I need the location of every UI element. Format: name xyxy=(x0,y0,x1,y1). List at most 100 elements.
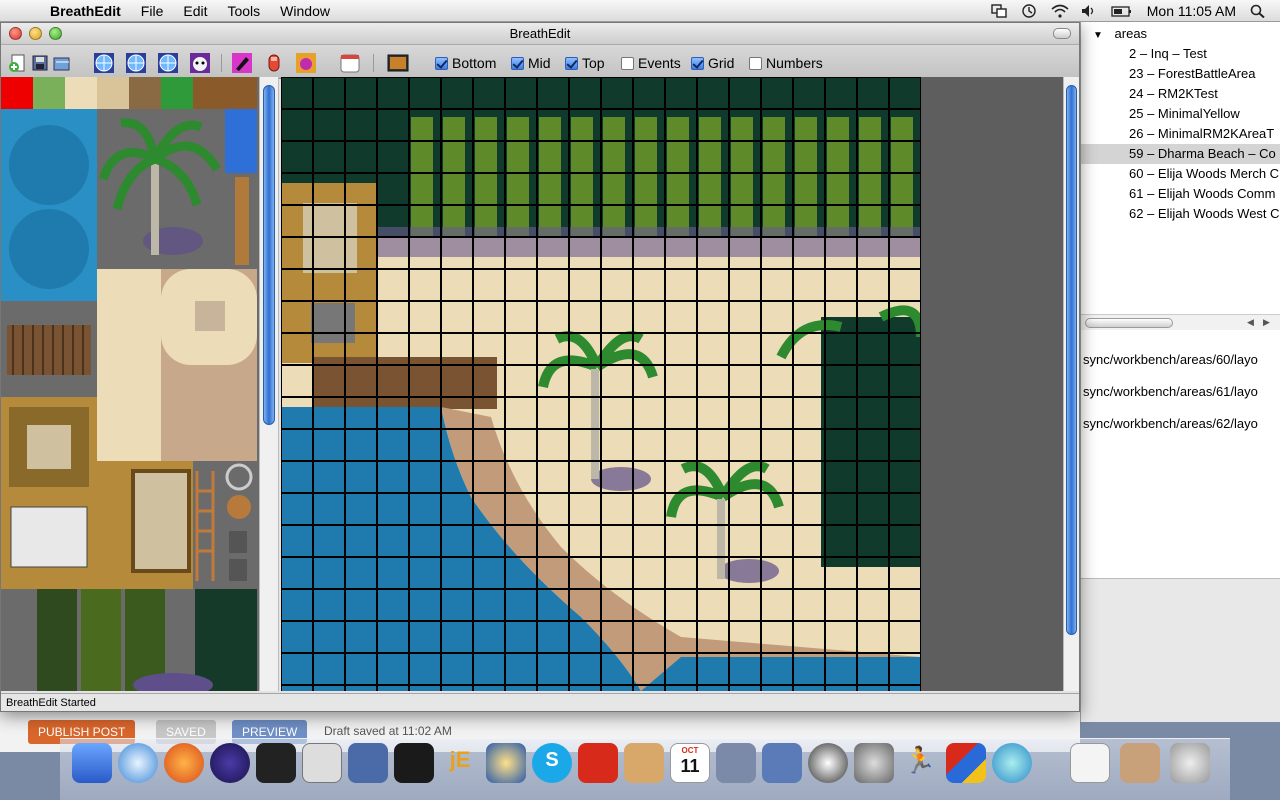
finder-icon[interactable] xyxy=(72,743,112,783)
palette-scrollbar[interactable] xyxy=(259,77,279,691)
ical-icon[interactable]: OCT 11 xyxy=(670,743,710,783)
palette-tree-trunks[interactable] xyxy=(1,589,259,691)
aim-icon[interactable]: 🏃 xyxy=(900,743,940,783)
downloads-stack-icon[interactable] xyxy=(1120,743,1160,783)
area-item[interactable]: 24 – RM2KTest xyxy=(1081,84,1280,104)
area-item[interactable]: 23 – ForestBattleArea xyxy=(1081,64,1280,84)
trash-icon[interactable] xyxy=(1170,743,1210,783)
tree-root-areas[interactable]: ▼ areas xyxy=(1093,26,1147,41)
scroll-right-arrow-icon[interactable]: ▶ xyxy=(1263,317,1270,328)
skype-icon[interactable]: S xyxy=(532,743,572,783)
battery-icon[interactable] xyxy=(1111,4,1133,18)
window-title: BreathEdit xyxy=(509,26,571,41)
meebo-icon[interactable] xyxy=(578,743,618,783)
palette-cliff-tiles[interactable] xyxy=(161,269,257,461)
map-scroll-thumb[interactable] xyxy=(1066,85,1077,635)
map-canvas[interactable] xyxy=(281,77,921,691)
menubar: BreathEdit File Edit Tools Window Mon 11… xyxy=(0,0,1280,22)
open-icon[interactable] xyxy=(51,52,73,74)
numbers-checkbox[interactable]: Numbers xyxy=(749,55,823,71)
rtf-document-icon[interactable] xyxy=(1070,743,1110,783)
disclosure-triangle-icon[interactable]: ▼ xyxy=(1093,30,1103,41)
display-mirror-icon[interactable] xyxy=(991,3,1007,18)
layer-mid-label: Mid xyxy=(528,55,551,71)
area-item-selected[interactable]: 59 – Dharma Beach – Co xyxy=(1081,144,1280,164)
palette-props[interactable] xyxy=(193,461,257,589)
palette-tile[interactable] xyxy=(65,77,97,109)
eclipse-icon[interactable] xyxy=(210,743,250,783)
itunes-icon[interactable] xyxy=(992,743,1032,783)
jedit-icon[interactable]: jE xyxy=(440,743,480,783)
screen-preview-icon[interactable] xyxy=(387,52,409,74)
map-scrollbar[interactable] xyxy=(1063,77,1079,691)
grid-checkbox[interactable]: Grid xyxy=(691,55,734,71)
area-item[interactable]: 26 – MinimalRM2KAreaT xyxy=(1081,124,1280,144)
terminal-icon[interactable] xyxy=(256,743,296,783)
save-icon[interactable] xyxy=(29,52,51,74)
palette-post[interactable] xyxy=(225,173,257,269)
virtual-machine-icon[interactable] xyxy=(348,743,388,783)
globe-tool-2-icon[interactable] xyxy=(125,52,147,74)
menu-app-name[interactable]: BreathEdit xyxy=(40,0,131,22)
grid-label: Grid xyxy=(708,55,735,71)
fill-bucket-tool-icon[interactable] xyxy=(263,52,285,74)
layer-top-checkbox[interactable]: Top xyxy=(565,55,605,71)
menu-file[interactable]: File xyxy=(131,0,174,22)
palette-tile[interactable] xyxy=(161,77,193,109)
palette-dock-planks[interactable] xyxy=(1,301,97,397)
iphoto-icon[interactable] xyxy=(716,743,756,783)
layer-events-checkbox[interactable]: Events xyxy=(621,55,681,71)
firefox-icon[interactable] xyxy=(164,743,204,783)
palette-tile[interactable] xyxy=(129,77,161,109)
time-machine-dock-icon[interactable] xyxy=(808,743,848,783)
area-item[interactable]: 2 – Inq – Test xyxy=(1081,44,1280,64)
layer-bottom-checkbox[interactable]: Bottom xyxy=(435,55,496,71)
palette-banner[interactable] xyxy=(225,109,257,173)
x11-icon[interactable] xyxy=(302,743,342,783)
tile-palette[interactable] xyxy=(1,77,259,691)
safari-icon[interactable] xyxy=(118,743,158,783)
palette-palm-tree[interactable] xyxy=(97,109,225,269)
activity-monitor-icon[interactable] xyxy=(394,743,434,783)
new-file-icon[interactable] xyxy=(7,52,29,74)
globe-tool-1-icon[interactable] xyxy=(93,52,115,74)
palette-hut-tiles[interactable] xyxy=(1,397,97,589)
palette-tile[interactable] xyxy=(97,77,129,109)
volume-icon[interactable] xyxy=(1081,4,1097,18)
area-item[interactable]: 62 – Elijah Woods West C xyxy=(1081,204,1280,224)
address-book-icon[interactable] xyxy=(624,743,664,783)
menu-edit[interactable]: Edit xyxy=(173,0,217,22)
scroll-left-arrow-icon[interactable]: ◀ xyxy=(1247,317,1254,328)
office-icon[interactable] xyxy=(946,743,986,783)
path-line: sync/workbench/areas/61/layo xyxy=(1083,384,1258,399)
time-machine-icon[interactable] xyxy=(1021,3,1037,18)
area-item[interactable]: 61 – Elijah Woods Comm xyxy=(1081,184,1280,204)
palette-wall-tiles[interactable] xyxy=(97,461,193,589)
globe-tool-3-icon[interactable] xyxy=(157,52,179,74)
character-tool-icon[interactable] xyxy=(189,52,211,74)
area-item[interactable]: 60 – Elija Woods Merch C xyxy=(1081,164,1280,184)
scroll-thumb[interactable] xyxy=(1085,318,1173,328)
blank-page-icon[interactable] xyxy=(339,52,361,74)
spotlight-search-icon[interactable] xyxy=(1250,4,1266,18)
menubar-clock[interactable]: Mon 11:05 AM xyxy=(1147,3,1236,19)
wifi-icon[interactable] xyxy=(1051,4,1069,18)
pencil-tool-icon[interactable] xyxy=(231,52,253,74)
palette-tile[interactable] xyxy=(33,77,65,109)
layer-mid-checkbox[interactable]: Mid xyxy=(511,55,551,71)
window-titlebar[interactable]: BreathEdit xyxy=(1,23,1079,45)
menu-tools[interactable]: Tools xyxy=(217,0,270,22)
menu-window[interactable]: Window xyxy=(270,0,340,22)
areas-horizontal-scrollbar[interactable]: ◀ ▶ xyxy=(1081,314,1280,330)
palette-sand-tiles[interactable] xyxy=(97,269,161,461)
palette-scroll-thumb[interactable] xyxy=(263,85,275,425)
editor-icon[interactable] xyxy=(486,743,526,783)
toolbar-toggle-button[interactable] xyxy=(1053,28,1071,39)
palette-tile[interactable] xyxy=(1,77,33,109)
area-item[interactable]: 25 – MinimalYellow xyxy=(1081,104,1280,124)
palette-water-tiles[interactable] xyxy=(1,109,97,301)
shape-tool-icon[interactable] xyxy=(295,52,317,74)
spaces-icon[interactable] xyxy=(762,743,802,783)
system-preferences-icon[interactable] xyxy=(854,743,894,783)
palette-shop-sign[interactable] xyxy=(193,77,257,109)
